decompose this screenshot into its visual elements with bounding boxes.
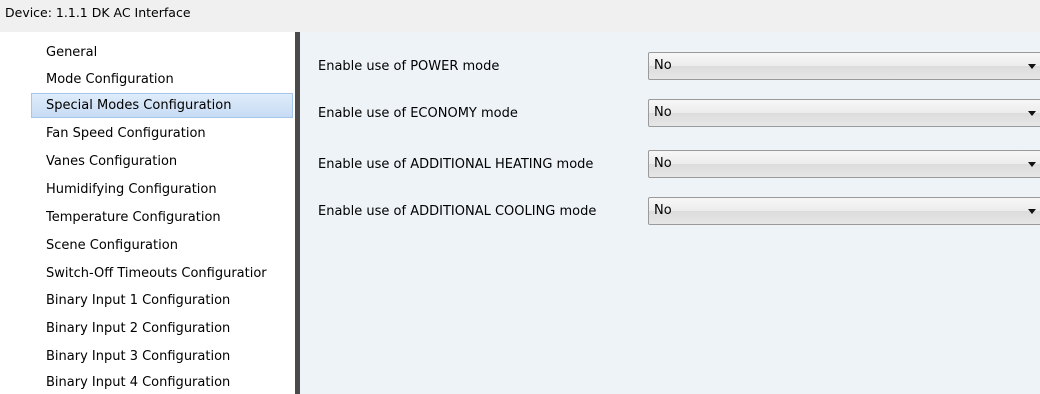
additional-cooling-mode-label: Enable use of ADDITIONAL COOLING mode bbox=[318, 204, 597, 219]
sidebar-item-binary-input-2-configuration[interactable]: Binary Input 2 Configuration bbox=[31, 316, 293, 341]
sidebar-item-label: Mode Configuration bbox=[46, 72, 174, 87]
sidebar-item-humidifying-configuration[interactable]: Humidifying Configuration bbox=[31, 177, 293, 202]
chevron-down-icon bbox=[1028, 64, 1036, 69]
sidebar-item-label: Vanes Configuration bbox=[46, 154, 178, 169]
economy-mode-value: No bbox=[654, 105, 672, 120]
sidebar-item-general[interactable]: General bbox=[31, 40, 293, 65]
sidebar-item-binary-input-3-configuration[interactable]: Binary Input 3 Configuration bbox=[31, 344, 293, 369]
sidebar-item-label: Scene Configuration bbox=[46, 238, 178, 253]
additional-heating-mode-value: No bbox=[654, 156, 672, 171]
chevron-down-icon bbox=[1028, 209, 1036, 214]
additional-cooling-mode-dropdown[interactable]: No bbox=[648, 197, 1040, 225]
sidebar-item-label: Humidifying Configuration bbox=[46, 182, 217, 197]
sidebar: General Mode Configuration Special Modes… bbox=[0, 32, 295, 394]
parameter-row-additional-heating-mode: Enable use of ADDITIONAL HEATING mode No bbox=[300, 150, 1040, 180]
additional-heating-mode-dropdown[interactable]: No bbox=[648, 150, 1040, 178]
power-mode-value: No bbox=[654, 58, 672, 73]
title-bar: Device: 1.1.1 DK AC Interface bbox=[0, 0, 1040, 32]
sidebar-item-label: Binary Input 4 Configuration bbox=[46, 375, 231, 390]
additional-heating-mode-label: Enable use of ADDITIONAL HEATING mode bbox=[318, 157, 594, 172]
sidebar-item-label: Binary Input 2 Configuration bbox=[46, 321, 231, 336]
parameter-row-economy-mode: Enable use of ECONOMY mode No bbox=[300, 99, 1040, 129]
sidebar-item-binary-input-1-configuration[interactable]: Binary Input 1 Configuration bbox=[31, 288, 293, 313]
sidebar-item-binary-input-4-configuration[interactable]: Binary Input 4 Configuration bbox=[31, 370, 293, 394]
sidebar-item-label: Binary Input 1 Configuration bbox=[46, 293, 231, 308]
sidebar-item-label: Binary Input 3 Configuration bbox=[46, 349, 231, 364]
parameter-panel: Enable use of POWER mode No Enable use o… bbox=[300, 32, 1040, 394]
sidebar-item-vanes-configuration[interactable]: Vanes Configuration bbox=[31, 149, 293, 174]
sidebar-item-scene-configuration[interactable]: Scene Configuration bbox=[31, 233, 293, 258]
parameter-row-additional-cooling-mode: Enable use of ADDITIONAL COOLING mode No bbox=[300, 197, 1040, 227]
sidebar-item-label: Temperature Configuration bbox=[46, 210, 221, 225]
sidebar-item-temperature-configuration[interactable]: Temperature Configuration bbox=[31, 205, 293, 230]
sidebar-item-label: Special Modes Configuration bbox=[46, 98, 232, 113]
chevron-down-icon bbox=[1028, 111, 1036, 116]
sidebar-item-fan-speed-configuration[interactable]: Fan Speed Configuration bbox=[31, 121, 293, 146]
power-mode-label: Enable use of POWER mode bbox=[318, 59, 500, 74]
sidebar-item-special-modes-configuration[interactable]: Special Modes Configuration bbox=[31, 93, 293, 118]
sidebar-item-mode-configuration[interactable]: Mode Configuration bbox=[31, 67, 293, 92]
sidebar-item-label: General bbox=[46, 45, 98, 60]
additional-cooling-mode-value: No bbox=[654, 203, 672, 218]
economy-mode-dropdown[interactable]: No bbox=[648, 99, 1040, 127]
sidebar-item-label: Fan Speed Configuration bbox=[46, 126, 206, 141]
parameter-row-power-mode: Enable use of POWER mode No bbox=[300, 52, 1040, 82]
economy-mode-label: Enable use of ECONOMY mode bbox=[318, 106, 518, 121]
sidebar-item-switch-off-timeouts-configuration[interactable]: Switch-Off Timeouts Configuratior bbox=[31, 261, 293, 286]
device-title: Device: 1.1.1 DK AC Interface bbox=[5, 5, 191, 20]
sidebar-item-label: Switch-Off Timeouts Configuratior bbox=[46, 266, 267, 281]
chevron-down-icon bbox=[1028, 162, 1036, 167]
power-mode-dropdown[interactable]: No bbox=[648, 52, 1040, 80]
